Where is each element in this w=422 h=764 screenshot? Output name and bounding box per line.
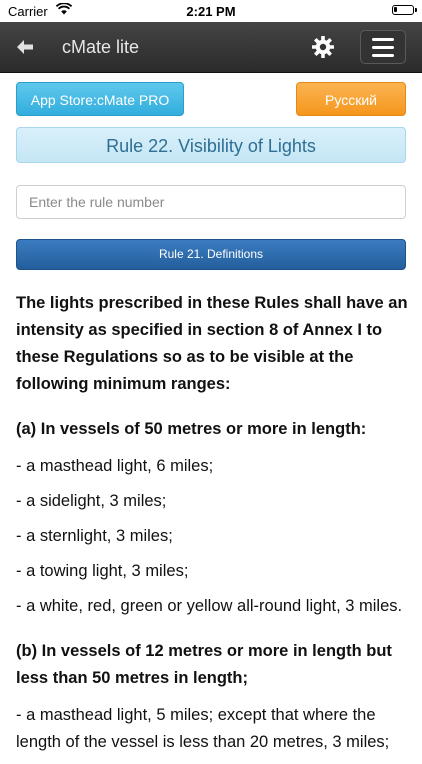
rule-title: Rule 22. Visibility of Lights <box>16 127 406 163</box>
gear-icon[interactable] <box>300 30 346 64</box>
list-item: - a white, red, green or yellow all-roun… <box>16 597 403 615</box>
arrow-left-icon[interactable] <box>14 36 36 58</box>
section-b-heading: (b) In vessels of 12 metres or more in l… <box>16 642 392 687</box>
navbar: cMate lite <box>0 22 422 73</box>
app-title: cMate lite <box>62 37 140 57</box>
battery-icon <box>392 5 417 15</box>
hamburger-menu-icon[interactable] <box>360 30 406 64</box>
list-item: - a masthead light, 6 miles; <box>16 457 214 475</box>
list-item: - a sidelight, 3 miles; <box>16 492 167 510</box>
rule-content: The lights prescribed in these Rules sha… <box>16 290 408 764</box>
status-bar: Carrier 2:21 PM <box>0 0 422 22</box>
previous-rule-button[interactable]: Rule 21. Definitions <box>16 239 406 270</box>
list-item: - a sternlight, 3 miles; <box>16 527 173 545</box>
status-time: 2:21 PM <box>186 4 236 19</box>
section-a-heading: (a) In vessels of 50 metres or more in l… <box>16 420 367 438</box>
rule-intro: The lights prescribed in these Rules sha… <box>16 294 408 393</box>
rule-number-input[interactable] <box>16 185 406 219</box>
app-store-pro-button[interactable]: App Store:cMate PRO <box>16 82 184 116</box>
list-item: - a masthead light, 5 miles; except that… <box>16 706 390 751</box>
list-item: - a towing light, 3 miles; <box>16 562 189 580</box>
language-button[interactable]: Русский <box>296 82 406 116</box>
